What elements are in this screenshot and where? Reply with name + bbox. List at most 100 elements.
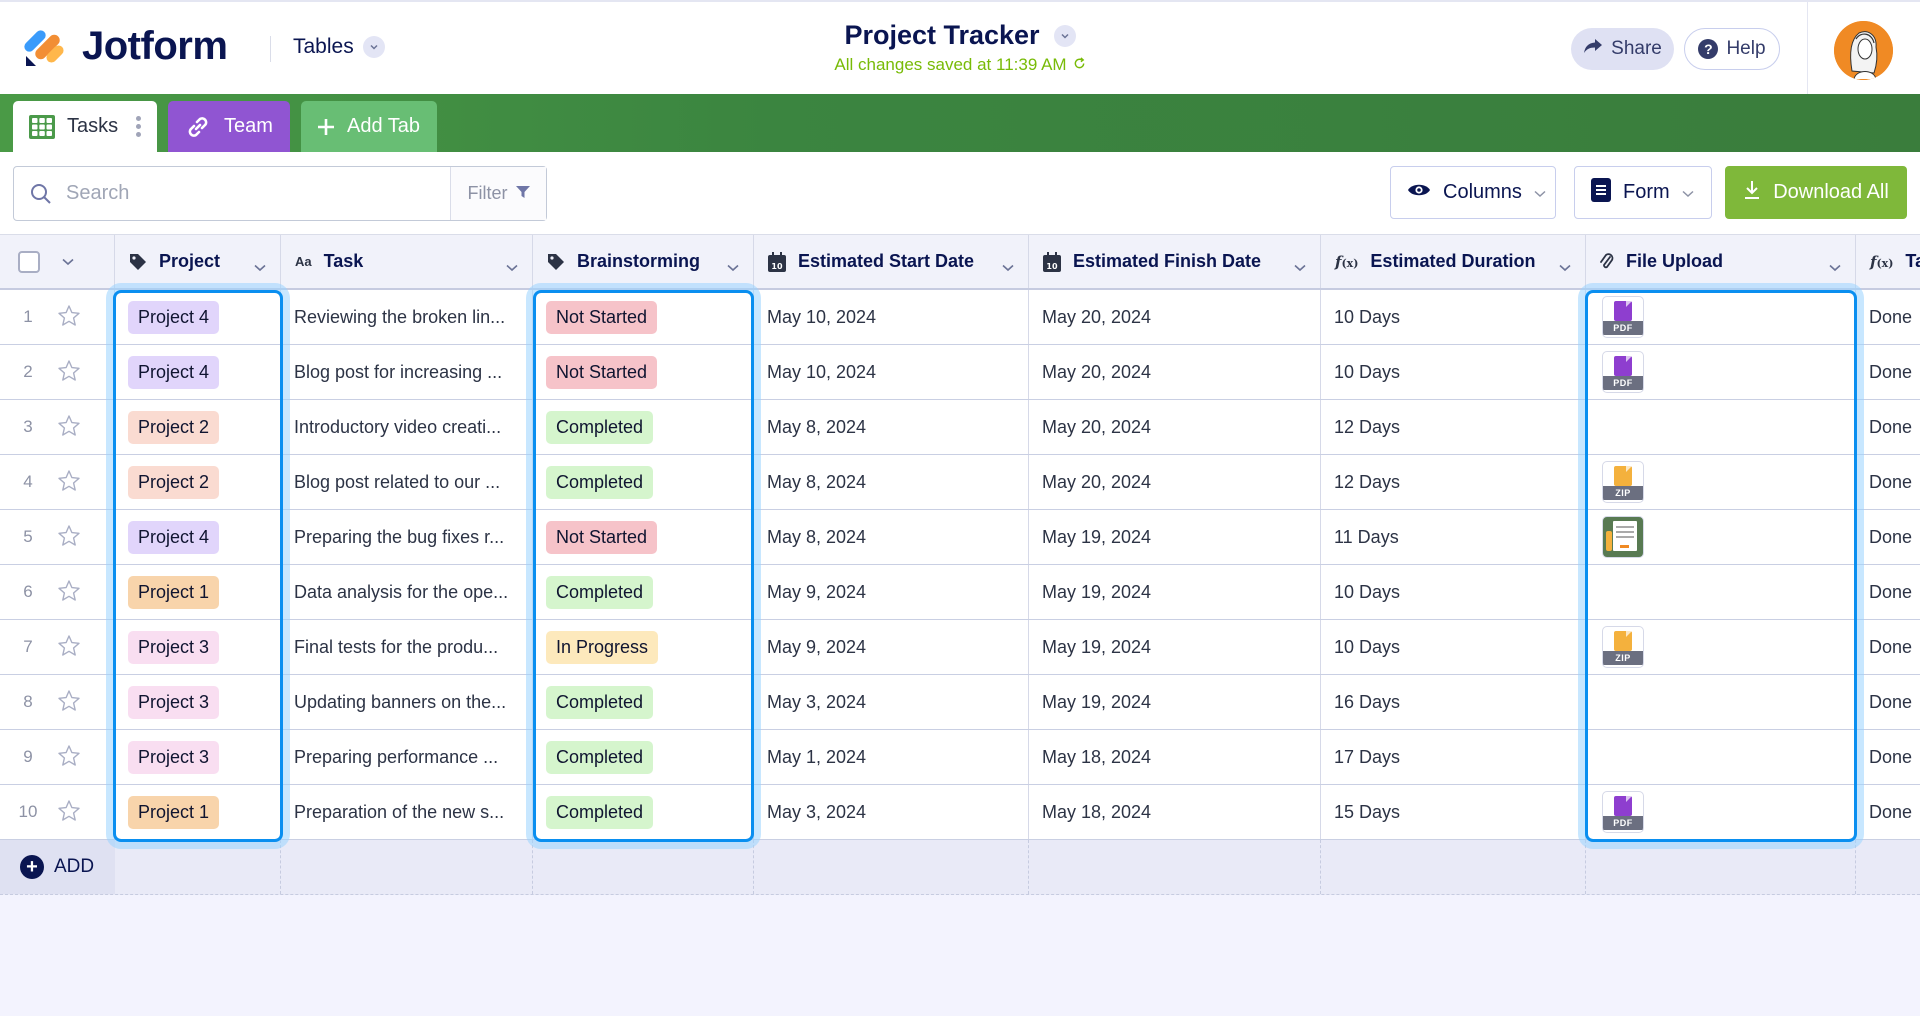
- duration-cell[interactable]: 10 Days: [1321, 345, 1586, 399]
- form-button[interactable]: Form: [1574, 166, 1712, 219]
- table-row[interactable]: 3 Project 2 Introductory video creati... Co…: [0, 400, 1920, 455]
- file-upload-cell[interactable]: ZIP: [1586, 455, 1856, 509]
- start-date-cell[interactable]: May 8, 2024: [754, 400, 1029, 454]
- share-button[interactable]: Share: [1571, 28, 1674, 70]
- column-header-brainstorming[interactable]: Brainstorming: [533, 235, 754, 288]
- project-cell[interactable]: Project 3: [115, 730, 281, 784]
- table-row[interactable]: 7 Project 3 Final tests for the produ... In…: [0, 620, 1920, 675]
- star-icon[interactable]: [57, 469, 81, 498]
- table-row[interactable]: 6 Project 1 Data analysis for the ope... Co…: [0, 565, 1920, 620]
- chevron-down-icon[interactable]: [254, 256, 266, 277]
- finish-date-cell[interactable]: May 19, 2024: [1029, 565, 1321, 619]
- formula-cell[interactable]: Done: [1856, 565, 1920, 619]
- pdf-file-icon[interactable]: PDF: [1602, 351, 1644, 393]
- project-cell[interactable]: Project 1: [115, 565, 281, 619]
- pdf-file-icon[interactable]: PDF: [1602, 296, 1644, 338]
- chevron-down-icon[interactable]: [1002, 256, 1014, 277]
- tab-options-icon[interactable]: [136, 116, 142, 137]
- help-button[interactable]: ? Help: [1684, 28, 1780, 70]
- add-row-button[interactable]: + ADD: [0, 840, 115, 894]
- star-icon[interactable]: [57, 634, 81, 663]
- tab-tasks[interactable]: Tasks: [13, 101, 157, 152]
- zip-file-icon[interactable]: ZIP: [1602, 461, 1644, 503]
- project-cell[interactable]: Project 3: [115, 620, 281, 674]
- column-header-estimated-start-date[interactable]: 10 Estimated Start Date: [754, 235, 1029, 288]
- task-cell[interactable]: Preparation of the new s...: [281, 785, 533, 839]
- table-row[interactable]: 2 Project 4 Blog post for increasing ... No…: [0, 345, 1920, 400]
- search-input[interactable]: [66, 167, 450, 220]
- finish-date-cell[interactable]: May 20, 2024: [1029, 455, 1321, 509]
- start-date-cell[interactable]: May 8, 2024: [754, 455, 1029, 509]
- task-cell[interactable]: Blog post related to our ...: [281, 455, 533, 509]
- table-row[interactable]: 1 Project 4 Reviewing the broken lin... Not…: [0, 290, 1920, 345]
- project-cell[interactable]: Project 2: [115, 400, 281, 454]
- finish-date-cell[interactable]: May 19, 2024: [1029, 675, 1321, 729]
- file-upload-cell[interactable]: PDF: [1586, 290, 1856, 344]
- file-upload-cell[interactable]: PDF: [1586, 785, 1856, 839]
- status-cell[interactable]: Not Started: [533, 290, 754, 344]
- status-cell[interactable]: Completed: [533, 730, 754, 784]
- chevron-down-icon[interactable]: [1559, 256, 1571, 277]
- add-tab-button[interactable]: Add Tab: [301, 101, 437, 152]
- status-cell[interactable]: Completed: [533, 400, 754, 454]
- table-row[interactable]: 10 Project 1 Preparation of the new s... Co…: [0, 785, 1920, 840]
- column-header-estimated-finish-date[interactable]: 10 Estimated Finish Date: [1029, 235, 1321, 288]
- finish-date-cell[interactable]: May 20, 2024: [1029, 345, 1321, 399]
- column-header-file-upload[interactable]: File Upload: [1586, 235, 1856, 288]
- image-file-thumbnail[interactable]: [1602, 516, 1644, 558]
- formula-cell[interactable]: Done: [1856, 345, 1920, 399]
- task-cell[interactable]: Blog post for increasing ...: [281, 345, 533, 399]
- file-upload-cell[interactable]: [1586, 510, 1856, 564]
- start-date-cell[interactable]: May 10, 2024: [754, 290, 1029, 344]
- status-cell[interactable]: Completed: [533, 565, 754, 619]
- file-upload-cell[interactable]: [1586, 565, 1856, 619]
- star-icon[interactable]: [57, 689, 81, 718]
- finish-date-cell[interactable]: May 19, 2024: [1029, 620, 1321, 674]
- duration-cell[interactable]: 10 Days: [1321, 620, 1586, 674]
- filter-button[interactable]: Filter: [450, 167, 546, 220]
- formula-cell[interactable]: Done: [1856, 290, 1920, 344]
- user-avatar[interactable]: [1834, 21, 1893, 80]
- star-icon[interactable]: [57, 304, 81, 333]
- file-upload-cell[interactable]: PDF: [1586, 345, 1856, 399]
- star-icon[interactable]: [57, 799, 81, 828]
- task-cell[interactable]: Reviewing the broken lin...: [281, 290, 533, 344]
- duration-cell[interactable]: 12 Days: [1321, 455, 1586, 509]
- chevron-down-icon[interactable]: [1294, 256, 1306, 277]
- title-dropdown[interactable]: Project Tracker: [844, 20, 1076, 51]
- chevron-down-icon[interactable]: [506, 256, 518, 277]
- task-cell[interactable]: Preparing performance ...: [281, 730, 533, 784]
- project-cell[interactable]: Project 4: [115, 290, 281, 344]
- task-cell[interactable]: Preparing the bug fixes r...: [281, 510, 533, 564]
- duration-cell[interactable]: 17 Days: [1321, 730, 1586, 784]
- start-date-cell[interactable]: May 9, 2024: [754, 620, 1029, 674]
- status-cell[interactable]: Not Started: [533, 345, 754, 399]
- status-cell[interactable]: In Progress: [533, 620, 754, 674]
- zip-file-icon[interactable]: ZIP: [1602, 626, 1644, 668]
- chevron-down-icon[interactable]: [1829, 256, 1841, 277]
- status-cell[interactable]: Completed: [533, 675, 754, 729]
- task-cell[interactable]: Updating banners on the...: [281, 675, 533, 729]
- start-date-cell[interactable]: May 3, 2024: [754, 675, 1029, 729]
- formula-cell[interactable]: Done: [1856, 730, 1920, 784]
- duration-cell[interactable]: 10 Days: [1321, 565, 1586, 619]
- star-icon[interactable]: [57, 359, 81, 388]
- star-icon[interactable]: [57, 744, 81, 773]
- chevron-down-icon[interactable]: [727, 256, 739, 277]
- start-date-cell[interactable]: May 10, 2024: [754, 345, 1029, 399]
- star-icon[interactable]: [57, 579, 81, 608]
- finish-date-cell[interactable]: May 20, 2024: [1029, 400, 1321, 454]
- status-cell[interactable]: Not Started: [533, 510, 754, 564]
- download-all-button[interactable]: Download All: [1725, 166, 1907, 219]
- project-cell[interactable]: Project 2: [115, 455, 281, 509]
- file-upload-cell[interactable]: [1586, 730, 1856, 784]
- formula-cell[interactable]: Done: [1856, 785, 1920, 839]
- finish-date-cell[interactable]: May 19, 2024: [1029, 510, 1321, 564]
- finish-date-cell[interactable]: May 18, 2024: [1029, 785, 1321, 839]
- status-cell[interactable]: Completed: [533, 455, 754, 509]
- project-cell[interactable]: Project 4: [115, 510, 281, 564]
- file-upload-cell[interactable]: ZIP: [1586, 620, 1856, 674]
- duration-cell[interactable]: 10 Days: [1321, 290, 1586, 344]
- formula-cell[interactable]: Done: [1856, 675, 1920, 729]
- formula-cell[interactable]: Done: [1856, 455, 1920, 509]
